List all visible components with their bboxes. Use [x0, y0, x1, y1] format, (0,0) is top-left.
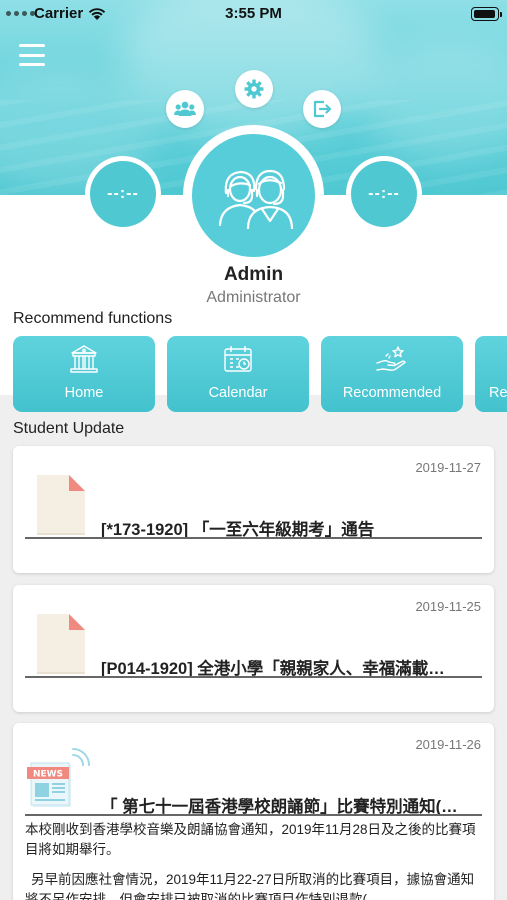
function-recommended[interactable]: Recommended [321, 336, 463, 412]
function-recommended-label: Recommended [342, 385, 442, 401]
recommend-title: Recommend functions [13, 310, 173, 327]
recommend-functions: Home Calendar Recommended Re [13, 336, 507, 412]
update-date: 2019-11-25 [415, 599, 481, 614]
clock: 3:55 PM [225, 5, 282, 22]
user-name: Admin [223, 264, 284, 285]
logout-button[interactable] [303, 90, 341, 128]
student-update-title: Student Update [13, 420, 125, 437]
logout-icon [313, 100, 332, 118]
document-icon [37, 614, 85, 674]
user-role: Administrator [206, 289, 301, 306]
gear-icon [244, 79, 264, 99]
document-icon [37, 475, 85, 535]
news-icon: NEWS [27, 748, 90, 807]
update-card[interactable]: 2019-11-25 [P014-1920] 全港小學「親親家人、幸福滿載… [13, 585, 494, 712]
update-body-paragraph: 另早前因應社會情況，2019年11月22-27日所取消的比賽項目，據協會通知將不… [25, 872, 475, 900]
users-headset-icon [218, 169, 293, 229]
avatar[interactable] [183, 125, 324, 266]
update-card[interactable]: 2019-11-27 [*173-1920] 「一至六年級期考」通告 [13, 446, 494, 573]
check-out-time: --:-- [346, 156, 422, 232]
status-bar: Carrier 3:55 PM [0, 0, 507, 28]
group-button[interactable] [166, 90, 204, 128]
function-calendar[interactable]: Calendar [167, 336, 309, 412]
function-home-label: Home [64, 385, 104, 401]
function-more[interactable]: Re [475, 336, 507, 412]
building-icon [70, 345, 98, 373]
battery-icon [471, 7, 502, 21]
hand-star-icon [376, 346, 406, 371]
divider [25, 814, 482, 816]
function-more-label: Re [489, 385, 507, 401]
calendar-icon [224, 346, 252, 372]
menu-button[interactable] [19, 44, 45, 66]
svg-text:NEWS: NEWS [33, 770, 63, 780]
update-date: 2019-11-27 [415, 460, 481, 475]
check-in-time-value: --:-- [90, 161, 156, 227]
settings-button[interactable] [235, 70, 273, 108]
check-out-time-value: --:-- [351, 161, 417, 227]
update-body-paragraph: 本校剛收到香港學校音樂及朗誦協會通知，2019年11月28日及之後的比賽項目將如… [25, 822, 476, 857]
function-calendar-label: Calendar [208, 385, 268, 401]
function-home[interactable]: Home [13, 336, 155, 412]
update-body: 本校剛收到香港學校音樂及朗誦協會通知，2019年11月28日及之後的比賽項目將如… [25, 820, 482, 900]
update-card[interactable]: 2019-11-26 NEWS 「 第七十一屆香港學校朗誦節」比賽特別通知(… … [13, 723, 494, 900]
group-icon [174, 101, 196, 116]
update-date: 2019-11-26 [415, 737, 481, 752]
check-in-time: --:-- [85, 156, 161, 232]
divider [25, 537, 482, 539]
divider [25, 676, 482, 678]
